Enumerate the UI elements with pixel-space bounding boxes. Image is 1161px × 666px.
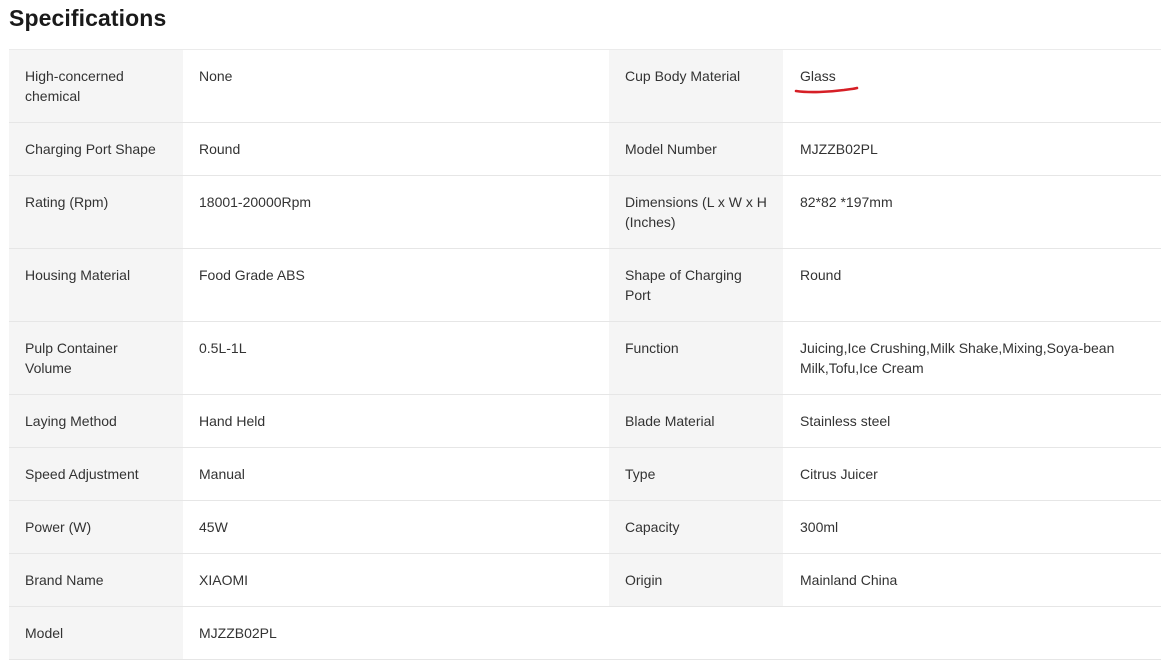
spec-value: 300ml: [783, 500, 1161, 554]
spec-row: Speed Adjustment Manual Type Citrus Juic…: [9, 447, 1161, 501]
spec-row: Charging Port Shape Round Model Number M…: [9, 122, 1161, 176]
spec-key: Type: [609, 447, 783, 501]
spec-value: Glass: [783, 49, 1161, 123]
spec-value: 82*82 *197mm: [783, 175, 1161, 249]
spec-value: Round: [183, 122, 609, 176]
spec-value: Stainless steel: [783, 394, 1161, 448]
spec-value: Juicing,Ice Crushing,Milk Shake,Mixing,S…: [783, 321, 1161, 395]
spec-value: Food Grade ABS: [183, 248, 609, 322]
spec-key: Charging Port Shape: [9, 122, 183, 176]
spec-key: Cup Body Material: [609, 49, 783, 123]
specifications-table: High-concerned chemical None Cup Body Ma…: [9, 49, 1161, 660]
spec-value: None: [183, 49, 609, 123]
spec-value: MJZZB02PL: [783, 122, 1161, 176]
spec-value: Manual: [183, 447, 609, 501]
spec-row: Brand Name XIAOMI Origin Mainland China: [9, 553, 1161, 607]
spec-row: Laying Method Hand Held Blade Material S…: [9, 394, 1161, 448]
spec-key: Origin: [609, 553, 783, 607]
spec-value: Mainland China: [783, 553, 1161, 607]
spec-key: High-concerned chemical: [9, 49, 183, 123]
spec-value: Hand Held: [183, 394, 609, 448]
spec-key: Speed Adjustment: [9, 447, 183, 501]
page-title: Specifications: [9, 5, 167, 31]
spec-key: Shape of Charging Port: [609, 248, 783, 322]
spec-key: Blade Material: [609, 394, 783, 448]
spec-value: 18001-20000Rpm: [183, 175, 609, 249]
spec-key: Rating (Rpm): [9, 175, 183, 249]
spec-row: Housing Material Food Grade ABS Shape of…: [9, 248, 1161, 322]
spec-value: Citrus Juicer: [783, 447, 1161, 501]
spec-value: XIAOMI: [183, 553, 609, 607]
spec-key: Pulp Container Volume: [9, 321, 183, 395]
spec-key: Function: [609, 321, 783, 395]
spec-row: High-concerned chemical None Cup Body Ma…: [9, 49, 1161, 123]
spec-value: Round: [783, 248, 1161, 322]
spec-row: Rating (Rpm) 18001-20000Rpm Dimensions (…: [9, 175, 1161, 249]
spec-row: Model MJZZB02PL: [9, 606, 1161, 660]
spec-value: 45W: [183, 500, 609, 554]
spec-empty-cell: [609, 606, 783, 660]
spec-row: Power (W) 45W Capacity 300ml: [9, 500, 1161, 554]
spec-key: Dimensions (L x W x H (Inches): [609, 175, 783, 249]
spec-key: Model: [9, 606, 183, 660]
spec-key: Model Number: [609, 122, 783, 176]
spec-key: Power (W): [9, 500, 183, 554]
spec-empty-cell: [783, 606, 1161, 660]
spec-value: 0.5L-1L: [183, 321, 609, 395]
spec-value: MJZZB02PL: [183, 606, 609, 660]
spec-key: Laying Method: [9, 394, 183, 448]
spec-key: Brand Name: [9, 553, 183, 607]
spec-key: Housing Material: [9, 248, 183, 322]
spec-row: Pulp Container Volume 0.5L-1L Function J…: [9, 321, 1161, 395]
spec-key: Capacity: [609, 500, 783, 554]
